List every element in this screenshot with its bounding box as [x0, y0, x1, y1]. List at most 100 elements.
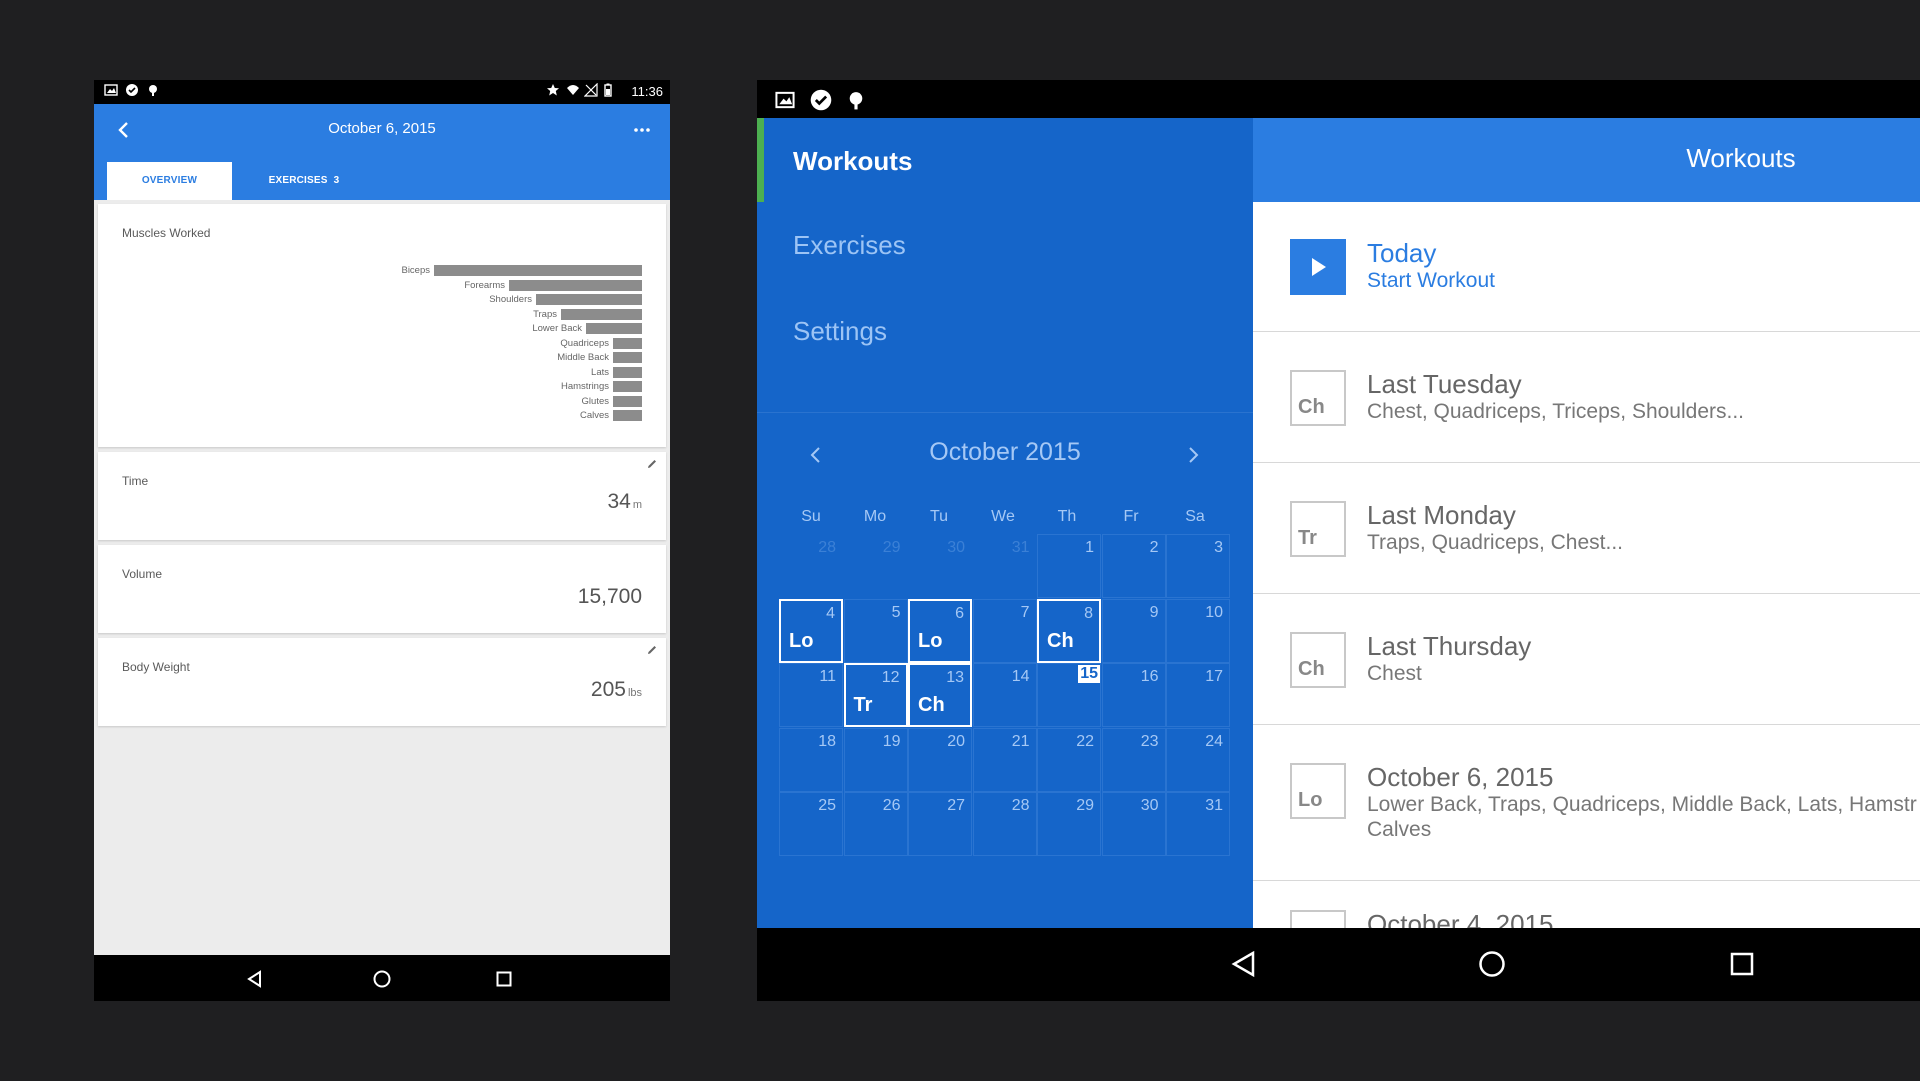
list-item-subtitle: Chest: [1367, 662, 1422, 685]
day-number: 2: [1149, 539, 1159, 556]
calendar-day[interactable]: 19: [843, 727, 908, 792]
workout-badge: Ch: [1290, 632, 1346, 688]
tab-exercises[interactable]: EXERCISES 3: [244, 162, 364, 200]
workout-badge-label: Ch: [1298, 658, 1325, 680]
more-options-icon[interactable]: [630, 118, 654, 142]
calendar-day[interactable]: 11: [779, 663, 843, 727]
calendar-day[interactable]: 14: [972, 663, 1037, 727]
nav-home-icon[interactable]: [372, 969, 392, 989]
muscle-label: Hamstrings: [560, 381, 609, 392]
tab-overview[interactable]: OVERVIEW: [107, 162, 232, 200]
phone-screen: 11:36 October 6, 2015 OVERVIEW EXERCISES…: [94, 80, 670, 1001]
list-item-workout[interactable]: Lo October 6, 2015 Lower Back, Traps, Qu…: [1253, 726, 1920, 881]
no-signal-icon: [584, 83, 598, 97]
nav-back-icon[interactable]: [1229, 949, 1259, 979]
workout-badge-label: Tr: [1298, 527, 1317, 549]
calendar-day[interactable]: 25: [779, 792, 843, 856]
calendar-day[interactable]: 16: [1101, 663, 1166, 727]
nav-recents-icon[interactable]: [1727, 949, 1757, 979]
day-number: 20: [947, 732, 965, 750]
muscle-bar-row: Calves: [98, 410, 609, 421]
day-number: 15: [1078, 665, 1100, 683]
day-number: 5: [891, 603, 901, 621]
day-number: 17: [1205, 668, 1223, 685]
day-number: 7: [1020, 603, 1030, 621]
calendar-day-workout[interactable]: 8 Ch: [1037, 598, 1101, 663]
android-notification-icon: [849, 92, 863, 110]
nav-back-icon[interactable]: [245, 969, 265, 989]
list-item-workout[interactable]: Tr Last Monday Traps, Quadriceps, Chest.…: [1253, 464, 1920, 594]
navigation-bar: [94, 955, 670, 1001]
calendar-day[interactable]: 31: [1166, 792, 1230, 856]
edit-pencil-icon[interactable]: [646, 644, 658, 656]
drawer-item-settings[interactable]: Settings: [793, 316, 887, 347]
day-number: 1: [1085, 539, 1094, 556]
play-icon: [1312, 258, 1326, 276]
nav-recents-icon[interactable]: [494, 969, 514, 989]
calendar-day-workout[interactable]: 12 Tr: [843, 663, 908, 727]
calendar-day[interactable]: 20: [908, 727, 972, 792]
status-bar: 11:36: [94, 80, 670, 104]
calendar-day-today[interactable]: 15: [1037, 663, 1101, 727]
day-number: 21: [1011, 732, 1030, 750]
calendar-day[interactable]: 24: [1166, 727, 1230, 792]
calendar-day[interactable]: 28: [972, 792, 1037, 856]
muscle-bar: [613, 410, 642, 421]
calendar-day[interactable]: 30: [1101, 792, 1166, 856]
day-number: 30: [947, 539, 965, 556]
muscle-bar: [613, 337, 642, 349]
battery-icon: [604, 83, 612, 97]
muscle-bar: [613, 352, 642, 363]
drawer-item-exercises[interactable]: Exercises: [793, 230, 906, 261]
calendar-day[interactable]: 5: [843, 598, 908, 663]
drawer-item-workouts[interactable]: Workouts: [793, 146, 912, 177]
day-number: 14: [1011, 668, 1030, 685]
workout-abbreviation: Lo: [918, 629, 943, 652]
day-number: 27: [947, 797, 965, 814]
calendar-day[interactable]: 23: [1101, 727, 1166, 792]
calendar-day[interactable]: 26: [843, 792, 908, 856]
muscles-worked-card: Muscles Worked Biceps Forearms Shoulders Tr…: [98, 204, 666, 447]
status-bar: [757, 80, 1920, 118]
volume-value: 15,700: [577, 585, 642, 608]
list-item-today[interactable]: Today Start Workout: [1253, 202, 1920, 332]
volume-card: Volume 15,700: [98, 545, 666, 633]
calendar-day[interactable]: 2: [1101, 534, 1166, 598]
calendar-day[interactable]: 1: [1037, 534, 1101, 598]
calendar-day[interactable]: 7: [972, 598, 1037, 663]
calendar-day-workout[interactable]: 4 Lo: [779, 598, 843, 663]
time-card[interactable]: Time 34 m: [98, 452, 666, 540]
workout-abbreviation: Tr: [853, 694, 873, 716]
day-number: 30: [1140, 797, 1159, 814]
edit-pencil-icon[interactable]: [646, 458, 658, 470]
next-month-icon[interactable]: [1182, 444, 1204, 466]
play-button[interactable]: [1290, 239, 1346, 295]
list-item-subtitle: Lower Back, Traps, Quadriceps, Middle Ba…: [1367, 793, 1917, 816]
calendar-day[interactable]: 3: [1166, 534, 1230, 598]
day-number: 28: [818, 539, 836, 556]
volume-label: Volume: [122, 567, 163, 581]
nav-home-icon[interactable]: [1477, 949, 1507, 979]
calendar-day[interactable]: 17: [1166, 663, 1230, 727]
day-number: 25: [818, 797, 836, 814]
muscle-bar-row: Traps: [98, 309, 557, 320]
calendar-day-workout[interactable]: 13 Ch: [908, 663, 972, 727]
calendar-day[interactable]: 22: [1037, 727, 1101, 792]
calendar-day[interactable]: 29: [1037, 792, 1101, 856]
star-icon: [547, 84, 559, 96]
calendar-day[interactable]: 18: [779, 727, 843, 792]
calendar-day[interactable]: 27: [908, 792, 972, 856]
body-weight-card[interactable]: Body Weight 205 lbs: [98, 638, 666, 726]
calendar-day[interactable]: 10: [1166, 598, 1230, 663]
check-notification-icon: [126, 84, 138, 96]
calendar-day-workout[interactable]: 6 Lo: [908, 598, 972, 663]
calendar-day[interactable]: 21: [972, 727, 1037, 792]
weekday-label: Sa: [1185, 508, 1205, 525]
page-title: October 6, 2015: [328, 120, 436, 137]
day-number: 22: [1076, 732, 1094, 750]
calendar-day[interactable]: 9: [1101, 598, 1166, 663]
workout-abbreviation: Ch: [918, 694, 945, 716]
workout-badge: Ch: [1290, 370, 1346, 426]
list-item-workout[interactable]: Ch Last Tuesday Chest, Quadriceps, Trice…: [1253, 333, 1920, 463]
list-item-workout[interactable]: Ch Last Thursday Chest: [1253, 595, 1920, 725]
